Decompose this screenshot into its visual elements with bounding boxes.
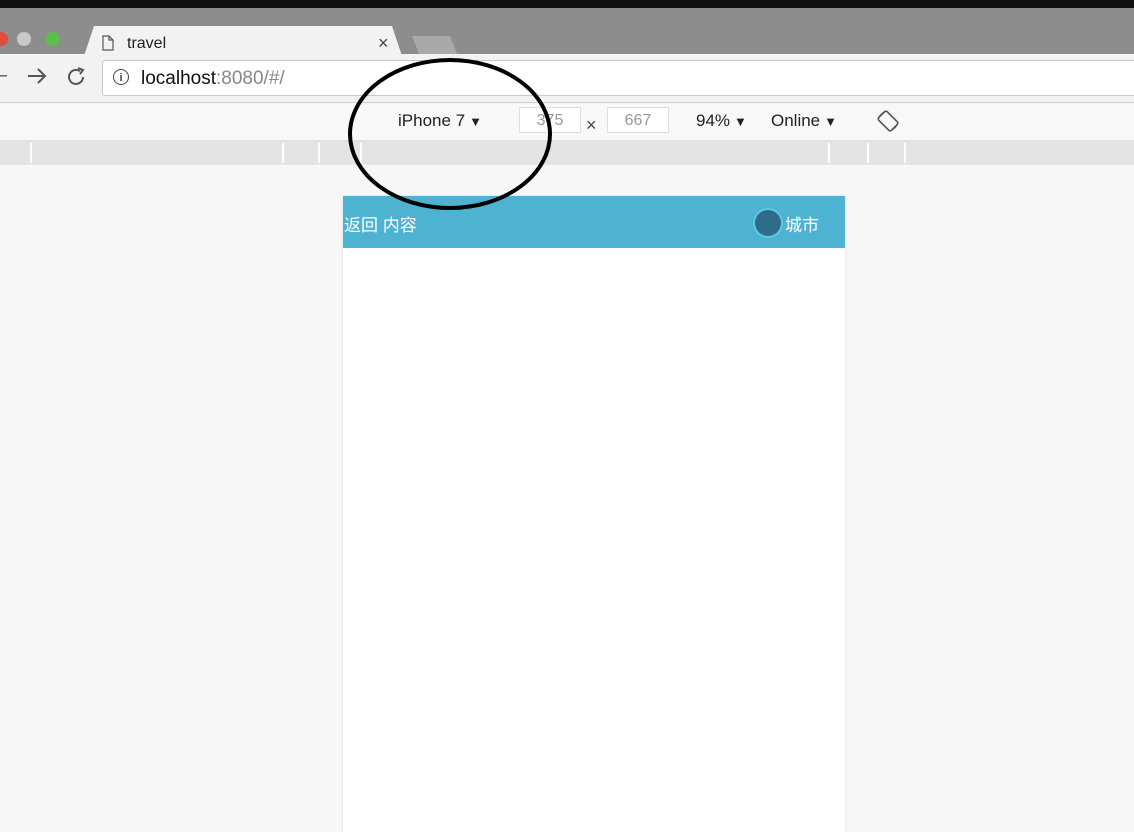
device-label: iPhone 7 — [398, 111, 466, 130]
url-text: localhost:8080/#/ — [141, 68, 285, 90]
network-select[interactable]: Online ▼ — [771, 111, 837, 131]
device-toolbar: iPhone 7 ▼ 375 × 667 94% ▼ Online ▼ — [0, 103, 1134, 141]
top-border — [0, 0, 1134, 8]
app-header: 返回 内容 城市 — [343, 196, 845, 248]
media-query-ruler — [0, 141, 1134, 165]
url-port-path: :8080/#/ — [216, 68, 285, 89]
height-input[interactable]: 667 — [607, 107, 669, 133]
info-icon[interactable]: i — [113, 69, 129, 85]
maximize-window-button[interactable] — [46, 32, 60, 46]
device-select[interactable]: iPhone 7 ▼ — [398, 111, 482, 131]
back-arrow-icon[interactable]: – — [0, 64, 7, 87]
times-symbol: × — [586, 115, 597, 135]
ruler-tick — [318, 143, 320, 163]
close-window-button[interactable] — [0, 32, 8, 46]
chevron-down-icon: ▼ — [734, 114, 747, 129]
touch-cursor — [755, 210, 781, 236]
minimize-window-button[interactable] — [17, 32, 31, 46]
ruler-tick — [30, 143, 32, 163]
url-host: localhost — [141, 68, 216, 89]
browser-toolbar: – i localhost:8080/#/ — [0, 54, 1134, 103]
ruler-tick — [904, 143, 906, 163]
chevron-down-icon: ▼ — [469, 114, 482, 129]
tab-title: travel — [127, 35, 167, 52]
header-left-text[interactable]: 返回 内容 — [344, 211, 417, 236]
address-bar[interactable]: i localhost:8080/#/ — [102, 60, 1134, 96]
network-label: Online — [771, 111, 821, 130]
screen: travel × – i localhost:8080/#/ iPhone 7▼… — [0, 0, 1134, 832]
ruler-tick — [360, 143, 362, 163]
ruler-tick — [867, 143, 869, 163]
zoom-select[interactable]: 94% ▼ — [696, 111, 747, 131]
ruler-tick — [828, 143, 830, 163]
chevron-down-icon: ▼ — [824, 114, 838, 129]
reload-icon[interactable] — [64, 65, 88, 89]
rotate-icon[interactable] — [876, 109, 900, 133]
forward-arrow-icon[interactable] — [26, 64, 48, 88]
width-input[interactable]: 375 — [519, 107, 581, 133]
header-city[interactable]: 城市 — [785, 211, 819, 236]
device-viewport: 返回 内容 城市 — [343, 196, 845, 832]
tab-close-button[interactable]: × — [378, 33, 389, 53]
ruler-tick — [282, 143, 284, 163]
zoom-label: 94% — [696, 111, 731, 130]
tab-strip: travel × — [0, 8, 1134, 62]
page-icon — [102, 35, 114, 51]
new-tab-button[interactable] — [412, 36, 458, 56]
